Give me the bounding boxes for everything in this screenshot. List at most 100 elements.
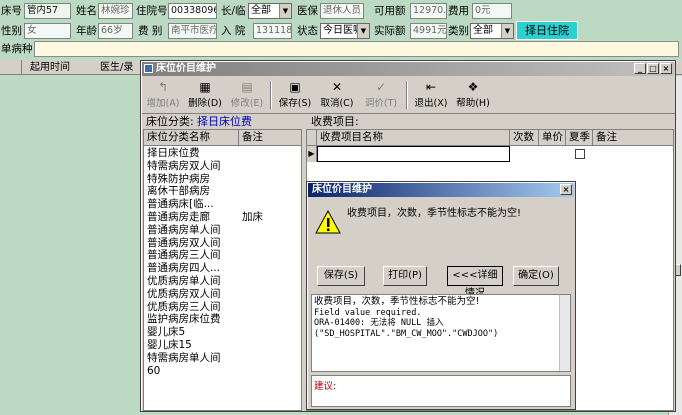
name-field[interactable]: 林婉珍	[98, 3, 133, 19]
close-icon[interactable]: ×	[660, 63, 672, 74]
adjust-price-button[interactable]: ✓ 调价(T)	[362, 78, 400, 112]
bed-field[interactable]: 管内57	[24, 3, 71, 19]
help-book-icon: ❖	[467, 80, 479, 94]
category-name: 特需病房单人间	[147, 351, 221, 364]
long-temp-select[interactable]: 全部 ▼	[248, 3, 292, 19]
category-row[interactable]: 普通病床[临...	[144, 198, 301, 211]
category-name: 普通病床[临...	[147, 198, 214, 211]
column-summer[interactable]: 夏季	[566, 130, 593, 146]
edit-button[interactable]: ▤ 修改(E)	[228, 78, 266, 112]
category-row[interactable]: 择日床位费	[144, 147, 301, 160]
exit-icon: ⇤	[425, 80, 437, 94]
bed-category-label: 床位分类:	[146, 115, 194, 128]
category-name: 特殊防护病房	[147, 172, 210, 185]
main-window-titlebar[interactable]: 床位价目维护 _ □ ×	[142, 62, 674, 76]
select-admission-button[interactable]: 择日住院	[516, 21, 578, 40]
dialog-ok-button[interactable]: 确定(O)	[513, 266, 559, 286]
cancel-button[interactable]: ✕ 取消(C)	[318, 78, 356, 112]
category-row[interactable]: 优质病房单人间	[144, 274, 301, 288]
balance-label: 可用额	[374, 5, 406, 17]
details-scrollbar[interactable]	[559, 295, 570, 371]
summer-checkbox[interactable]	[575, 149, 585, 159]
category-label: 类别	[448, 25, 469, 37]
category-name: 60	[147, 364, 161, 377]
app-icon	[144, 64, 153, 73]
age-field[interactable]: 66岁	[98, 23, 133, 39]
fee-field[interactable]: 0元	[472, 3, 512, 19]
chevron-down-icon[interactable]: ▼	[357, 24, 369, 38]
column-unit-price[interactable]: 单价	[539, 130, 566, 146]
admit-date-field[interactable]: 131118	[253, 23, 292, 39]
age-label: 年龄	[76, 25, 97, 37]
category-name: 婴儿床5	[147, 326, 186, 339]
category-row[interactable]: 优质病房三人间	[144, 301, 301, 314]
delete-button[interactable]: ▦ 删除(D)	[186, 78, 224, 112]
toolbar-separator	[270, 81, 272, 109]
category-value: 全部	[473, 25, 493, 36]
admit-no-field[interactable]: 00338096	[168, 3, 217, 19]
category-row[interactable]: 离休干部病房	[144, 185, 301, 198]
suggestion-textbox[interactable]: 建议:	[311, 375, 571, 407]
column-note[interactable]: 备注	[239, 130, 301, 146]
category-name: 优质病房单人间	[147, 274, 221, 287]
status-select[interactable]: 今日医嘱 ▼	[320, 23, 370, 39]
long-temp-value: 全部	[251, 5, 271, 16]
minimize-icon[interactable]: _	[634, 63, 646, 74]
row-indicator-header	[307, 130, 317, 146]
category-select[interactable]: 全部 ▼	[470, 23, 514, 39]
column-note[interactable]: 备注	[593, 130, 673, 146]
category-name: 特需病房双人间	[147, 159, 221, 172]
category-row[interactable]: 60	[144, 364, 301, 378]
add-button[interactable]: ↰ 增加(A)	[144, 78, 182, 112]
category-row[interactable]: 特需病房双人间	[144, 159, 301, 173]
column-category-name[interactable]: 床位分类名称	[144, 130, 239, 146]
dialog-save-button[interactable]: 保存(S)	[317, 266, 365, 286]
save-button[interactable]: ▣ 保存(S)	[276, 78, 314, 112]
details-textbox[interactable]: 收费项目，次数，季节性标志不能为空! Field value required.…	[311, 294, 571, 372]
details-line: 收费项目，次数，季节性标志不能为空!	[314, 296, 480, 307]
category-row[interactable]: 特需病房单人间	[144, 351, 301, 365]
sex-field[interactable]: 女	[24, 23, 71, 39]
main-window-title: 床位价目维护	[156, 63, 216, 74]
single-disease-field[interactable]	[34, 41, 679, 57]
fee-label: 费用	[448, 5, 469, 17]
warning-icon	[315, 209, 341, 234]
dialog-title: 床位价目维护	[312, 184, 372, 195]
column-count[interactable]: 次数	[510, 130, 539, 146]
help-button[interactable]: ❖ 帮助(H)	[454, 78, 492, 112]
chevron-down-icon[interactable]: ▼	[501, 24, 513, 38]
category-row[interactable]: 特殊防护病房	[144, 172, 301, 186]
toolbar: ↰ 增加(A) ▦ 删除(D) ▤ 修改(E) ▣ 保存(S) ✕ 取消(C) ✓ 调价(T…	[142, 78, 675, 114]
insurance-field[interactable]: 退休人员	[320, 3, 364, 19]
patient-info-bar: 床号 管内57 姓名 林婉珍 住院号 00338096 长/临 全部 ▼ 医保 退…	[0, 0, 682, 58]
column-start-time[interactable]: 起用时间	[30, 60, 70, 75]
dialog-details-button[interactable]: <<<详细情况	[447, 266, 503, 299]
category-row[interactable]: 普通病房四人...	[144, 262, 301, 275]
dialog-print-button[interactable]: 打印(P)	[383, 266, 427, 286]
real-amount-field[interactable]: 4991元	[410, 23, 447, 39]
category-row[interactable]: 婴儿床5	[144, 326, 301, 339]
name-label: 姓名	[76, 5, 97, 17]
column-fee-item-name[interactable]: 收费项目名称	[317, 130, 510, 146]
chevron-down-icon[interactable]: ▼	[279, 4, 291, 18]
category-row[interactable]: 优质病房双人间	[144, 288, 301, 301]
category-name: 婴儿床15	[147, 338, 192, 351]
category-row[interactable]: 普通病房单人间	[144, 224, 301, 237]
exit-button[interactable]: ⇤ 退出(X)	[412, 78, 450, 112]
add-label: 增加(A)	[146, 98, 180, 109]
column-doctor[interactable]: 医生/录	[100, 60, 133, 75]
fee-item-name-cell[interactable]	[317, 146, 510, 162]
dialog-titlebar[interactable]: 床位价目维护 ×	[308, 183, 574, 197]
category-row[interactable]: 监护病房床位费	[144, 313, 301, 326]
fee-type-field[interactable]: 南平市医疗	[168, 23, 217, 39]
balance-field[interactable]: 12970.8	[410, 3, 447, 19]
cancel-label: 取消(C)	[320, 98, 354, 109]
edit-label: 修改(E)	[230, 98, 264, 109]
category-row[interactable]: 婴儿床15	[144, 338, 301, 352]
close-icon[interactable]: ×	[560, 184, 572, 195]
bed-category-grid[interactable]: 床位分类名称 备注 择日床位费 特需病房双人间 特殊防护病房 离休干部病房 普通病床[临…	[143, 129, 302, 411]
category-row[interactable]: 普通病房三人间	[144, 249, 301, 262]
category-row[interactable]: 普通病房双人间	[144, 237, 301, 250]
maximize-icon[interactable]: □	[647, 63, 659, 74]
category-row[interactable]: 普通病房走廊 加床	[144, 211, 301, 224]
